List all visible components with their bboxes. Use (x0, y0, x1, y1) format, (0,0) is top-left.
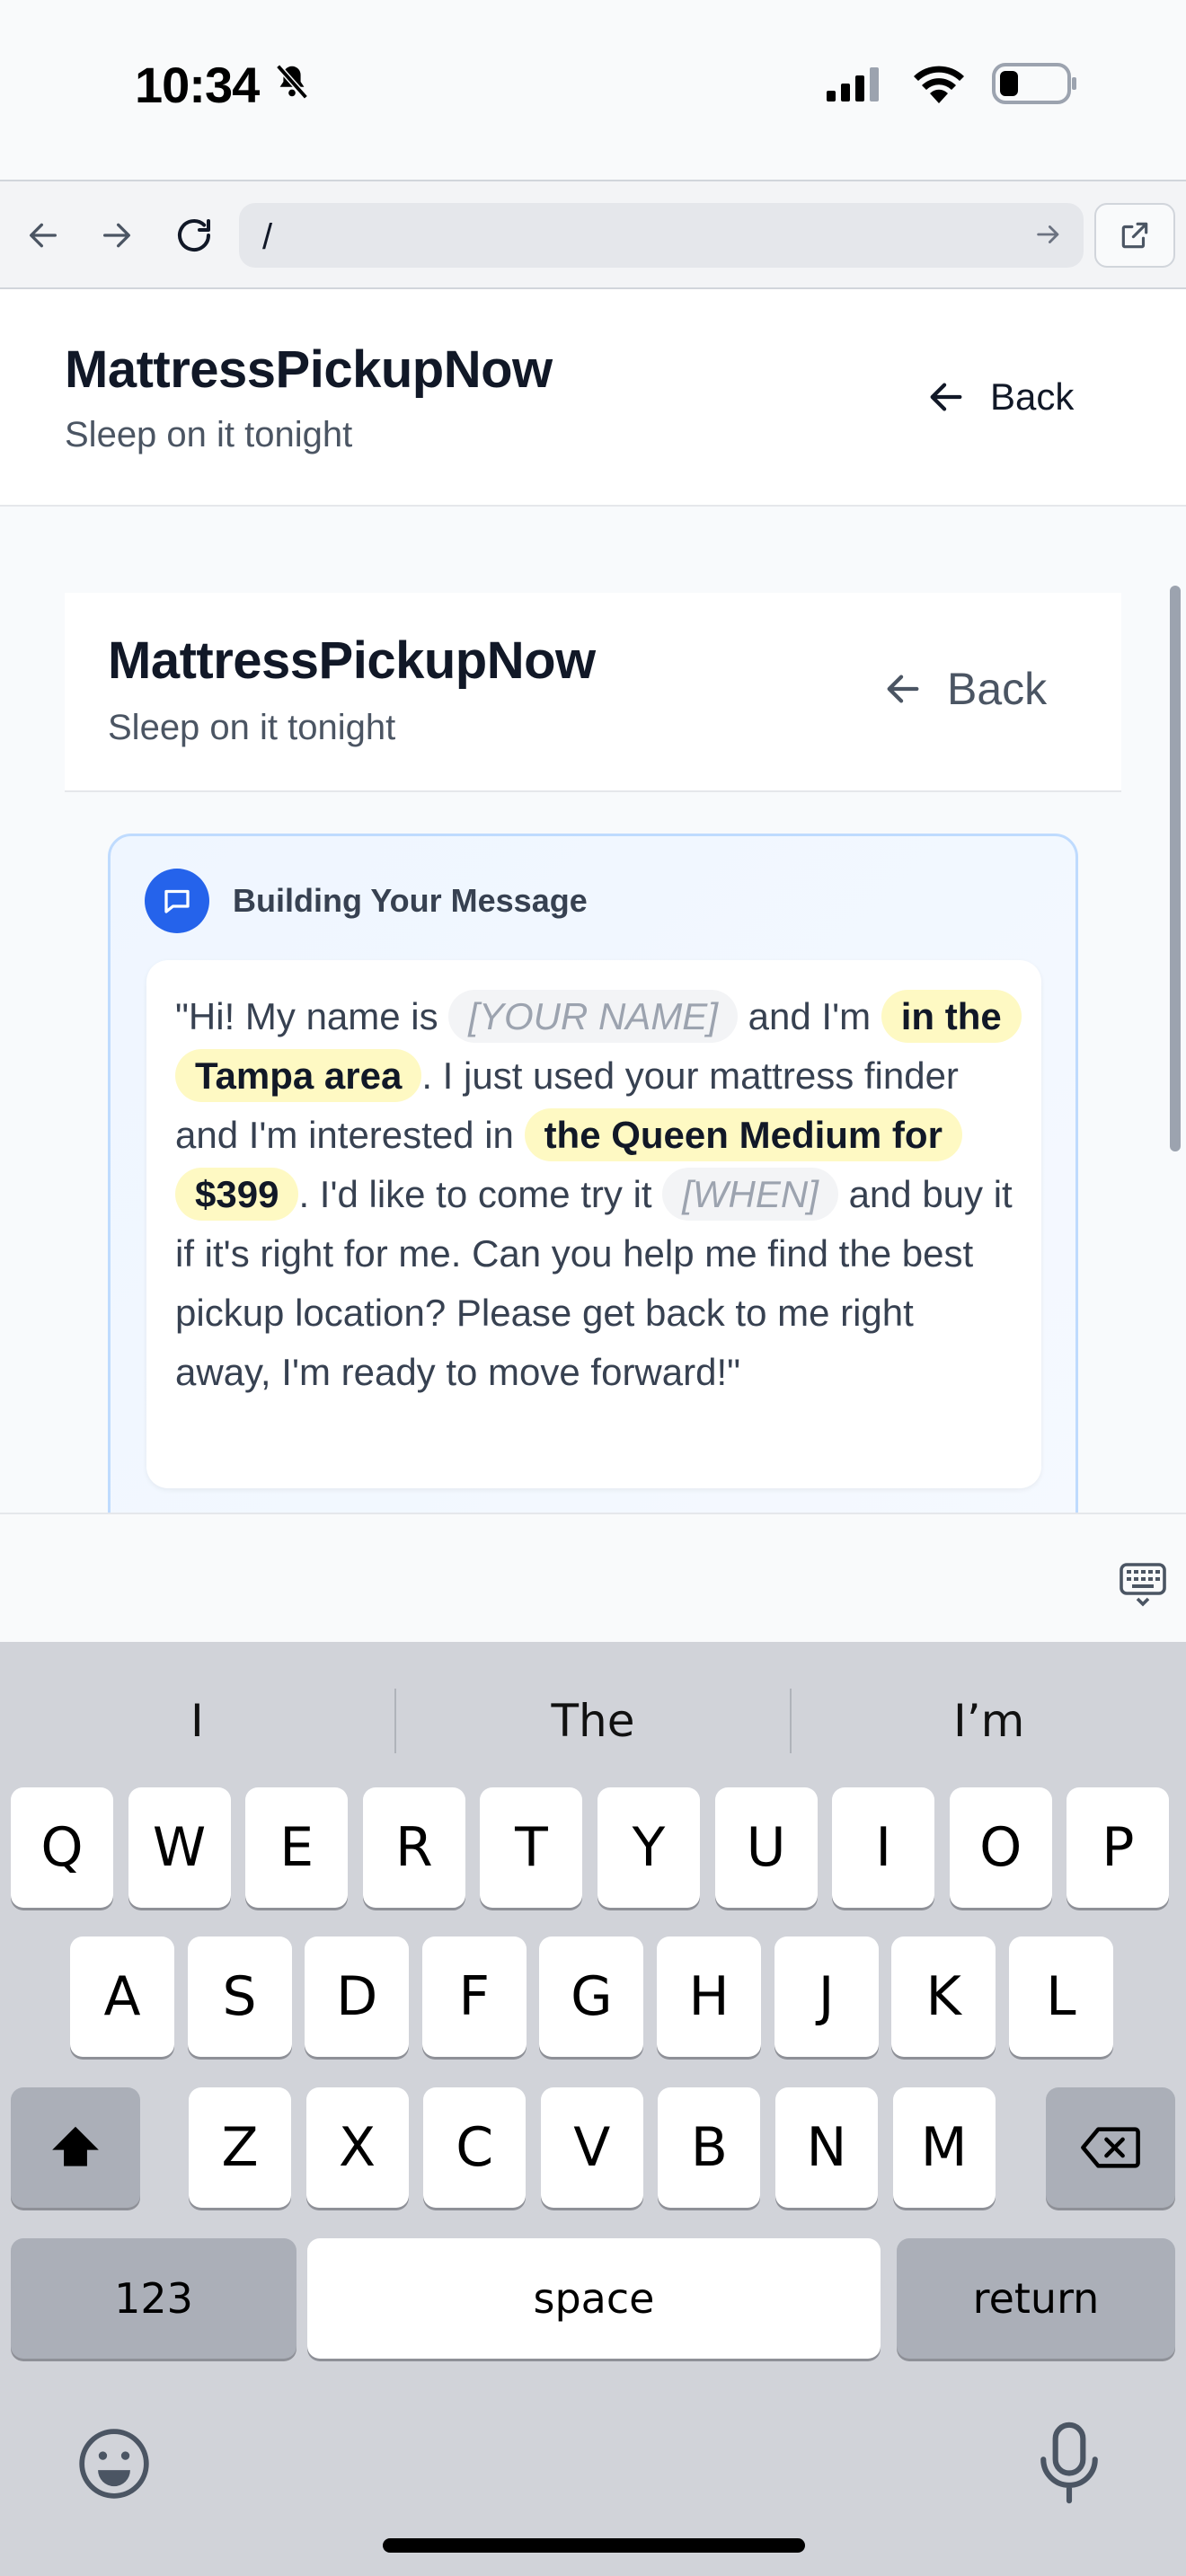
when-placeholder[interactable]: [WHEN] (662, 1168, 838, 1221)
emoji-icon[interactable] (75, 2425, 153, 2507)
browser-back-button[interactable] (16, 208, 70, 262)
browser-toolbar: / (0, 180, 1186, 289)
key-a[interactable]: A (70, 1936, 174, 2057)
key-o[interactable]: O (949, 1787, 1052, 1908)
suggestion-1[interactable]: I (0, 1678, 394, 1764)
shift-arrow-icon (52, 2126, 99, 2166)
key-s[interactable]: S (187, 1936, 292, 2057)
key-i[interactable]: I (832, 1787, 935, 1908)
message-builder-header: Building Your Message (145, 869, 588, 933)
return-key[interactable]: return (897, 2238, 1175, 2359)
predictive-suggestions: I The I’m (0, 1678, 1186, 1764)
reload-button[interactable] (167, 208, 221, 262)
numbers-key[interactable]: 123 (11, 2238, 296, 2359)
suggestion-3[interactable]: I’m (792, 1678, 1186, 1764)
reload-icon (178, 219, 210, 252)
key-h[interactable]: H (657, 1936, 761, 2057)
message-builder-panel: Building Your Message "Hi! My name is [Y… (108, 834, 1078, 1513)
key-r[interactable]: R (362, 1787, 465, 1908)
key-k[interactable]: K (891, 1936, 996, 2057)
embedded-header: MattressPickupNow Sleep on it tonight Ba… (65, 593, 1121, 792)
key-f[interactable]: F (421, 1936, 527, 2057)
embedded-tagline: Sleep on it tonight (108, 708, 396, 747)
url-input[interactable]: / (239, 203, 1084, 268)
embedded-back-button[interactable]: Back (882, 663, 1047, 715)
chat-bubble-icon (145, 869, 209, 933)
key-q[interactable]: Q (11, 1787, 113, 1908)
suggestion-2[interactable]: The (396, 1678, 791, 1764)
delete-backward-icon (1081, 2127, 1140, 2168)
key-e[interactable]: E (245, 1787, 349, 1908)
battery-icon (992, 63, 1078, 109)
external-link-icon (1121, 222, 1148, 249)
key-z[interactable]: Z (189, 2087, 291, 2208)
site-tagline: Sleep on it tonight (65, 415, 353, 454)
status-time: 10:34 (135, 56, 313, 114)
key-g[interactable]: G (539, 1936, 644, 2057)
silent-bell-icon (271, 56, 313, 114)
embedded-title: MattressPickupNow (108, 631, 596, 690)
space-key[interactable]: space (307, 2238, 881, 2359)
shift-key[interactable] (11, 2087, 140, 2208)
key-c[interactable]: C (423, 2087, 527, 2208)
key-m[interactable]: M (892, 2087, 996, 2208)
arrow-left-icon (887, 675, 919, 703)
clock: 10:34 (135, 57, 260, 113)
message-text: . I'd like to come try it (298, 1173, 663, 1215)
key-p[interactable]: P (1067, 1787, 1170, 1908)
on-screen-keyboard: I The I’m QWERTYUIOP ASDFGHJKL ZXCVBNM 1… (0, 1642, 1186, 2576)
key-l[interactable]: L (1008, 1936, 1113, 2057)
keyboard-accessory-bar (0, 1513, 1186, 1642)
message-preview: "Hi! My name is [YOUR NAME] and I'm in t… (146, 960, 1041, 1488)
key-w[interactable]: W (128, 1787, 231, 1908)
message-text: and I'm (738, 995, 881, 1037)
back-label: Back (947, 664, 1048, 714)
message-text: "Hi! My name is (175, 995, 449, 1037)
message-builder-title: Building Your Message (233, 882, 588, 919)
key-j[interactable]: J (774, 1936, 879, 2057)
back-label: Back (990, 375, 1075, 418)
keyboard-toggle-icon[interactable] (1118, 1557, 1168, 1612)
go-arrow-icon[interactable] (1033, 219, 1064, 254)
wifi-icon (913, 64, 965, 108)
arrow-left-icon (30, 223, 57, 248)
backspace-key[interactable] (1046, 2087, 1175, 2208)
site-title: MattressPickupNow (65, 340, 553, 399)
open-external-button[interactable] (1094, 203, 1175, 268)
key-y[interactable]: Y (597, 1787, 700, 1908)
key-d[interactable]: D (305, 1936, 410, 2057)
arrow-left-icon (930, 383, 962, 411)
key-u[interactable]: U (714, 1787, 818, 1908)
page-scrollbar[interactable] (1170, 586, 1181, 1151)
home-indicator (383, 2538, 805, 2553)
arrow-right-icon (103, 223, 130, 248)
key-t[interactable]: T (480, 1787, 583, 1908)
cellular-signal-icon (827, 66, 886, 106)
key-x[interactable]: X (305, 2087, 409, 2208)
key-n[interactable]: N (775, 2087, 878, 2208)
key-b[interactable]: B (658, 2087, 761, 2208)
name-placeholder[interactable]: [YOUR NAME] (448, 990, 738, 1043)
page-content: MattressPickupNow Sleep on it tonight Ba… (0, 289, 1186, 1513)
key-v[interactable]: V (540, 2087, 643, 2208)
microphone-icon[interactable] (1033, 2422, 1105, 2509)
site-header: MattressPickupNow Sleep on it tonight Ba… (0, 289, 1186, 507)
status-bar: 10:34 (0, 0, 1186, 180)
header-back-button[interactable]: Back (925, 375, 1074, 419)
url-text: / (262, 217, 273, 257)
browser-forward-button[interactable] (90, 208, 144, 262)
status-indicators (827, 63, 1078, 109)
